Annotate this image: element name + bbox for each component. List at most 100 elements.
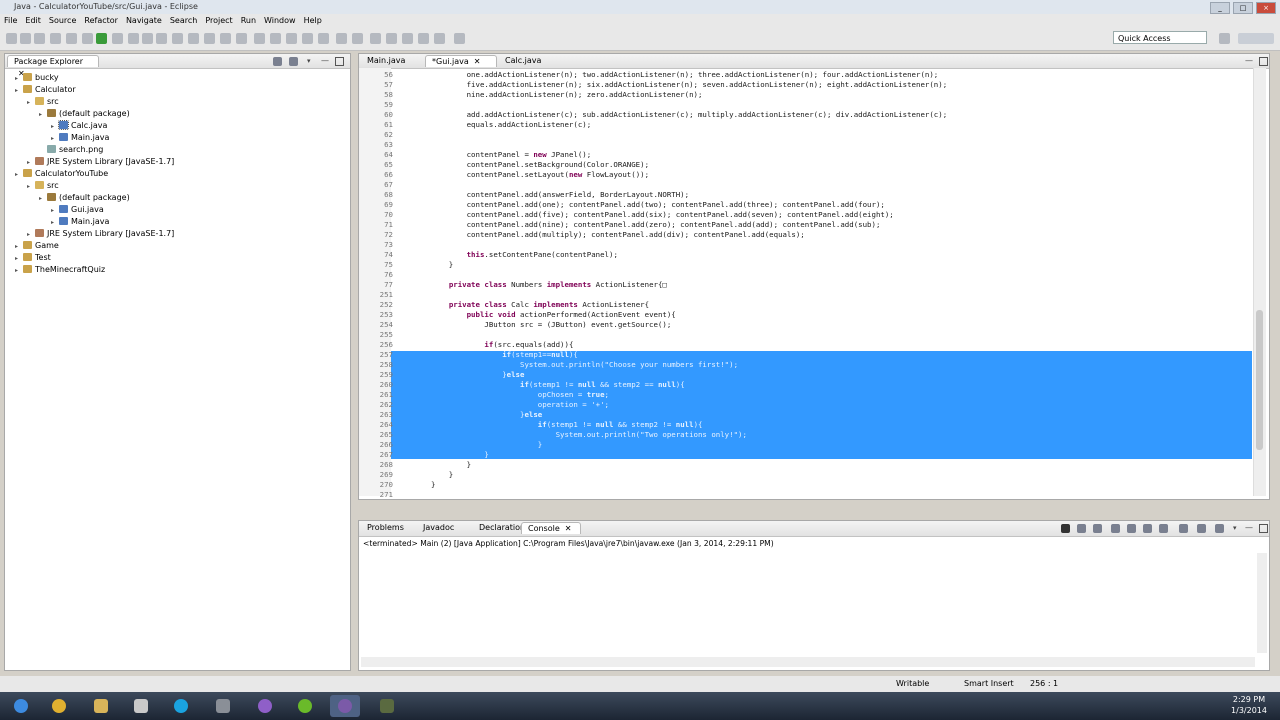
forward-icon[interactable] [418,33,429,44]
tree-item[interactable]: ▸ Main.java [51,132,109,144]
maximize-view-icon[interactable] [335,57,344,66]
expand-toggle-icon[interactable]: ▸ [15,85,23,97]
maximize-view-icon[interactable] [1259,524,1268,533]
menu-source[interactable]: Source [45,14,80,28]
tree-item[interactable]: ▸ bucky [15,72,59,84]
media-player-icon[interactable] [126,695,156,717]
expand-toggle-icon[interactable]: ▸ [39,193,47,205]
minimize-button[interactable]: _ [1210,2,1230,14]
menu-window[interactable]: Window [260,14,300,28]
new-package-icon[interactable] [142,33,153,44]
tree-item[interactable]: ▸ CalculatorYouTube [15,168,108,180]
terminate-icon[interactable] [1061,524,1070,533]
external-tools-icon[interactable] [112,33,123,44]
pin-console-icon[interactable] [1179,524,1188,533]
menu-run[interactable]: Run [237,14,260,28]
menu-search[interactable]: Search [166,14,201,28]
tree-item[interactable]: ▸ src [27,96,59,108]
clear-console-icon[interactable] [1111,524,1120,533]
search-icon[interactable] [188,33,199,44]
open-perspective-icon[interactable] [1219,33,1230,44]
tree-item[interactable]: ▸ JRE System Library [JavaSE-1.7] [27,156,174,168]
scroll-lock-icon[interactable] [1127,524,1136,533]
show-stdout-icon[interactable] [1143,524,1152,533]
menu-navigate[interactable]: Navigate [122,14,166,28]
skip-breakpoints-icon[interactable] [66,33,77,44]
next-annotation-icon[interactable] [220,33,231,44]
eclipse-icon[interactable] [330,695,360,717]
toggle-mark-icon[interactable] [204,33,215,44]
forward-arrow-icon[interactable] [402,33,413,44]
new-class-icon[interactable] [156,33,167,44]
save-all-icon[interactable] [34,33,45,44]
console-vertical-scrollbar[interactable] [1257,553,1267,653]
tab-package-explorer[interactable]: Package Explorer ✕ [7,55,99,78]
perspective-menu-icon[interactable] [454,33,465,44]
console-horizontal-scrollbar[interactable] [361,657,1255,667]
purple-app-icon[interactable] [250,695,280,717]
app-icon[interactable] [208,695,238,717]
tree-item[interactable]: ▸ Calc.java [51,120,107,132]
skype-icon[interactable] [166,695,196,717]
tree-item[interactable]: ▸ (default package) [39,192,130,204]
menu-edit[interactable]: Edit [21,14,45,28]
tree-item[interactable]: ▸ JRE System Library [JavaSE-1.7] [27,228,174,240]
tab-main-java[interactable]: Main.java [361,55,423,67]
tree-item[interactable]: ▸ Test [15,252,51,264]
minimize-editor-icon[interactable]: — [1245,57,1254,66]
link-with-editor-icon[interactable] [289,57,298,66]
minimize-view-icon[interactable]: — [321,57,330,66]
code-area[interactable]: 56 one.addActionListener(n); two.addActi… [359,70,1252,499]
tree-item[interactable]: ▸ src [27,180,59,192]
show-whitespace-icon[interactable] [286,33,297,44]
close-icon[interactable]: ✕ [565,524,572,533]
show-stderr-icon[interactable] [1159,524,1168,533]
open-type-icon[interactable] [172,33,183,44]
menu-help[interactable]: Help [300,14,326,28]
tree-item[interactable]: search.png [39,144,103,156]
back-arrow-icon[interactable] [386,33,397,44]
tab-console[interactable]: Console ✕ [521,522,581,534]
tab-gui-java[interactable]: *Gui.java ✕ [425,55,497,67]
open-console-icon[interactable] [1215,524,1224,533]
tab-calc-java[interactable]: Calc.java [499,55,561,67]
format-icon[interactable] [336,33,347,44]
collapse-all-icon[interactable] [273,57,282,66]
last-edit-icon[interactable] [254,33,265,44]
tree-item[interactable]: ▸ Gui.java [51,204,104,216]
close-button[interactable]: × [1256,2,1276,14]
start-button[interactable] [4,695,38,717]
editor-vertical-scrollbar[interactable] [1253,68,1266,496]
toggle-comment-icon[interactable] [352,33,363,44]
block-selection-icon[interactable] [302,33,313,44]
maximize-button[interactable]: □ [1233,2,1253,14]
expand-toggle-icon[interactable]: ▸ [39,109,47,121]
remove-launch-icon[interactable] [1077,524,1086,533]
view-menu-icon[interactable]: ▾ [307,57,316,66]
tab-javadoc[interactable]: Javadoc [417,522,473,534]
expand-toggle-icon[interactable]: ▸ [27,181,35,193]
java-perspective-button[interactable] [1238,33,1274,44]
display-console-icon[interactable] [1197,524,1206,533]
tree-item[interactable]: ▸ Calculator [15,84,76,96]
debug-icon[interactable] [82,33,93,44]
chrome-icon[interactable] [44,695,74,717]
tree-item[interactable]: ▸ (default package) [39,108,130,120]
system-tray-icons[interactable] [1176,700,1216,712]
pin-icon[interactable] [270,33,281,44]
editor-scroll-thumb[interactable] [1256,310,1263,450]
expand-toggle-icon[interactable]: ▸ [15,169,23,181]
spotify-icon[interactable] [290,695,320,717]
maximize-editor-icon[interactable] [1259,57,1268,66]
tree-item[interactable]: ▸ Game [15,240,59,252]
file-explorer-icon[interactable] [86,695,116,717]
tree-item[interactable]: ▸ Main.java [51,216,109,228]
save-icon[interactable] [20,33,31,44]
previous-annotation-icon[interactable] [236,33,247,44]
remove-all-launches-icon[interactable] [1093,524,1102,533]
new-java-project-icon[interactable] [128,33,139,44]
expand-toggle-icon[interactable]: ▸ [27,97,35,109]
print-icon[interactable] [50,33,61,44]
view-menu-icon[interactable]: ▾ [1233,524,1242,533]
back-icon[interactable] [370,33,381,44]
